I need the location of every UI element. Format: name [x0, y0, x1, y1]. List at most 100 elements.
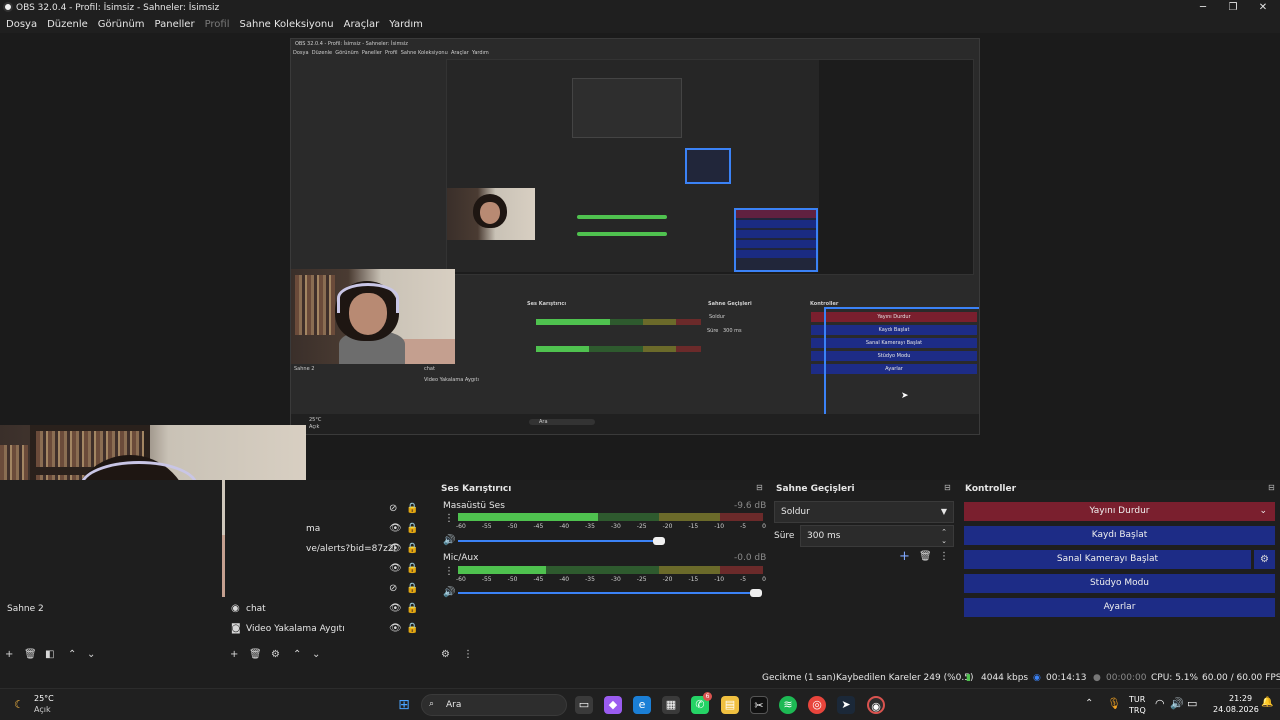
visibility-hidden-icon[interactable]: ⊘ [389, 583, 397, 595]
channel-menu-icon[interactable]: ⋮ [444, 566, 454, 578]
capcut-icon[interactable]: ✂ [750, 696, 768, 714]
lock-icon[interactable]: 🔒 [406, 583, 418, 595]
remove-scene-icon[interactable]: 🗑 [24, 649, 37, 661]
eye-icon[interactable]: 👁 [389, 623, 402, 635]
close-button[interactable]: ✕ [1248, 0, 1278, 15]
chevron-down-icon[interactable]: ⌄ [1259, 502, 1267, 521]
speaker-icon[interactable]: 🔊 [443, 535, 455, 547]
virtual-camera-settings-icon[interactable]: ⚙ [1254, 550, 1275, 569]
move-down-icon[interactable]: ⌄ [312, 649, 320, 661]
menu-dosya[interactable]: Dosya [6, 19, 37, 30]
menu-duzenle[interactable]: Düzenle [47, 19, 88, 30]
taskbar: ☾ 25°C Açık ⊞ ⌕ Ara ▭ ◆ e ▦ ✆ 6 ▤ ✂ ≋ ◎ … [0, 688, 1280, 720]
lock-icon[interactable]: 🔒 [406, 523, 418, 535]
copilot-icon[interactable]: ◆ [604, 696, 622, 714]
minimize-button[interactable]: ─ [1188, 0, 1218, 15]
volume-slider-mic[interactable] [458, 592, 760, 594]
chevron-up-icon[interactable]: ⌃ [1085, 698, 1093, 709]
menu-sahne-koleksiyonu[interactable]: Sahne Koleksiyonu [240, 19, 334, 30]
filters-icon[interactable]: ◧ [45, 649, 54, 661]
duration-input[interactable]: 300 ms ⌃ ⌄ [800, 525, 954, 547]
mixer-settings-icon[interactable]: ⚙ [441, 649, 450, 661]
transition-menu-icon[interactable]: ⋮ [939, 551, 949, 563]
task-view-icon[interactable]: ▭ [575, 696, 593, 714]
menu-yardim[interactable]: Yardım [389, 19, 423, 30]
weather-moon-icon[interactable]: ☾ [10, 696, 28, 714]
lock-icon[interactable]: 🔒 [406, 503, 418, 515]
spotify-icon[interactable]: ≋ [779, 696, 797, 714]
stop-stream-button[interactable]: Yayını Durdur ⌄ [964, 502, 1275, 521]
maximize-button[interactable]: ❐ [1218, 0, 1248, 15]
menu-gorunum[interactable]: Görünüm [98, 19, 145, 30]
clock-time[interactable]: 21:29 [1229, 694, 1252, 703]
bitrate: 4044 kbps [981, 673, 1029, 683]
dock-float-icon[interactable]: ⊟ [756, 484, 764, 492]
clock-date[interactable]: 24.08.2026 [1213, 705, 1259, 714]
microphone-icon[interactable]: 🎙 [1107, 697, 1121, 710]
volume-knob-mic[interactable] [750, 589, 762, 597]
lock-icon[interactable]: 🔒 [406, 563, 418, 575]
windows-start-icon[interactable]: ⊞ [395, 696, 413, 714]
nested-weather-text: Açık [309, 424, 320, 430]
edge-icon[interactable]: e [633, 696, 651, 714]
status-bar: Gecikme (1 san) Kaybedilen Kareler 249 (… [0, 668, 1280, 688]
program-preview[interactable]: OBS 32.0.4 - Profil: İsimsiz - Sahneler:… [0, 33, 1280, 597]
volume-icon[interactable]: 🔊 [1170, 697, 1184, 710]
file-explorer-icon[interactable]: ▤ [721, 696, 739, 714]
volume-knob-desktop[interactable] [653, 537, 666, 545]
obs-taskbar-icon[interactable]: ◉ [867, 696, 885, 714]
store-icon[interactable]: ▦ [662, 696, 680, 714]
tick: -60 [456, 523, 466, 530]
start-recording-button[interactable]: Kaydı Başlat [964, 526, 1275, 545]
eye-icon[interactable]: 👁 [389, 603, 402, 615]
wifi-icon[interactable]: ◠ [1155, 697, 1165, 710]
menu-araclar[interactable]: Araçlar [344, 19, 380, 30]
scene-item[interactable]: Sahne 2 [7, 604, 44, 614]
transition-select[interactable]: Soldur ▼ [774, 501, 954, 523]
eye-icon[interactable]: 👁 [389, 563, 402, 575]
lang-1[interactable]: TUR [1129, 695, 1145, 704]
dock-float-icon[interactable]: ⊟ [944, 484, 952, 492]
speaker-icon[interactable]: 🔊 [443, 587, 455, 599]
notifications-icon[interactable]: 🔔 [1261, 697, 1273, 708]
stop-stream-label: Yayını Durdur [1089, 506, 1150, 516]
chrome-icon[interactable]: ◎ [808, 696, 826, 714]
studio-mode-button[interactable]: Stüdyo Modu [964, 574, 1275, 593]
source-item-chat[interactable]: chat [246, 604, 266, 614]
selection-box[interactable] [824, 307, 979, 425]
lock-icon[interactable]: 🔒 [406, 603, 418, 615]
meter-zone [610, 319, 644, 325]
eye-icon[interactable]: 👁 [389, 543, 402, 555]
remove-source-icon[interactable]: 🗑 [249, 649, 262, 661]
add-source-icon[interactable]: + [230, 649, 238, 661]
audio-mixer-title: Ses Karıştırıcı [441, 484, 512, 494]
start-virtual-camera-button[interactable]: Sanal Kamerayı Başlat [964, 550, 1251, 569]
move-up-icon[interactable]: ⌃ [68, 649, 76, 661]
taskbar-search[interactable]: ⌕ Ara [421, 694, 567, 716]
add-scene-icon[interactable]: + [5, 649, 13, 661]
move-down-icon[interactable]: ⌄ [87, 649, 95, 661]
menu-profil[interactable]: Profil [205, 19, 230, 30]
lang-2[interactable]: TRQ [1129, 706, 1146, 715]
source-properties-icon[interactable]: ⚙ [271, 649, 280, 661]
menu-paneller[interactable]: Paneller [155, 19, 195, 30]
source-item-camera[interactable]: Video Yakalama Aygıtı [246, 624, 345, 634]
visibility-hidden-icon[interactable]: ⊘ [389, 503, 397, 515]
settings-button[interactable]: Ayarlar [964, 598, 1275, 617]
display-capture-source[interactable]: OBS 32.0.4 - Profil: İsimsiz - Sahneler:… [290, 38, 980, 435]
lock-icon[interactable]: 🔒 [406, 543, 418, 555]
source-item[interactable]: ma [306, 524, 320, 534]
eye-icon[interactable]: 👁 [389, 523, 402, 535]
move-up-icon[interactable]: ⌃ [293, 649, 301, 661]
source-item[interactable]: ve/alerts?bid=87z2l [306, 544, 396, 554]
dock-float-icon[interactable]: ⊟ [1268, 484, 1276, 492]
battery-icon[interactable]: ▭ [1187, 697, 1197, 710]
mixer-menu-icon[interactable]: ⋮ [463, 649, 473, 661]
remove-transition-icon[interactable]: 🗑 [919, 551, 932, 563]
volume-slider-desktop[interactable] [458, 540, 664, 542]
lock-icon[interactable]: 🔒 [406, 623, 418, 635]
add-transition-icon[interactable]: + [899, 550, 910, 563]
steam-icon[interactable]: ➤ [837, 696, 855, 714]
channel-menu-icon[interactable]: ⋮ [444, 513, 454, 525]
spin-down-icon[interactable]: ⌄ [941, 531, 947, 551]
